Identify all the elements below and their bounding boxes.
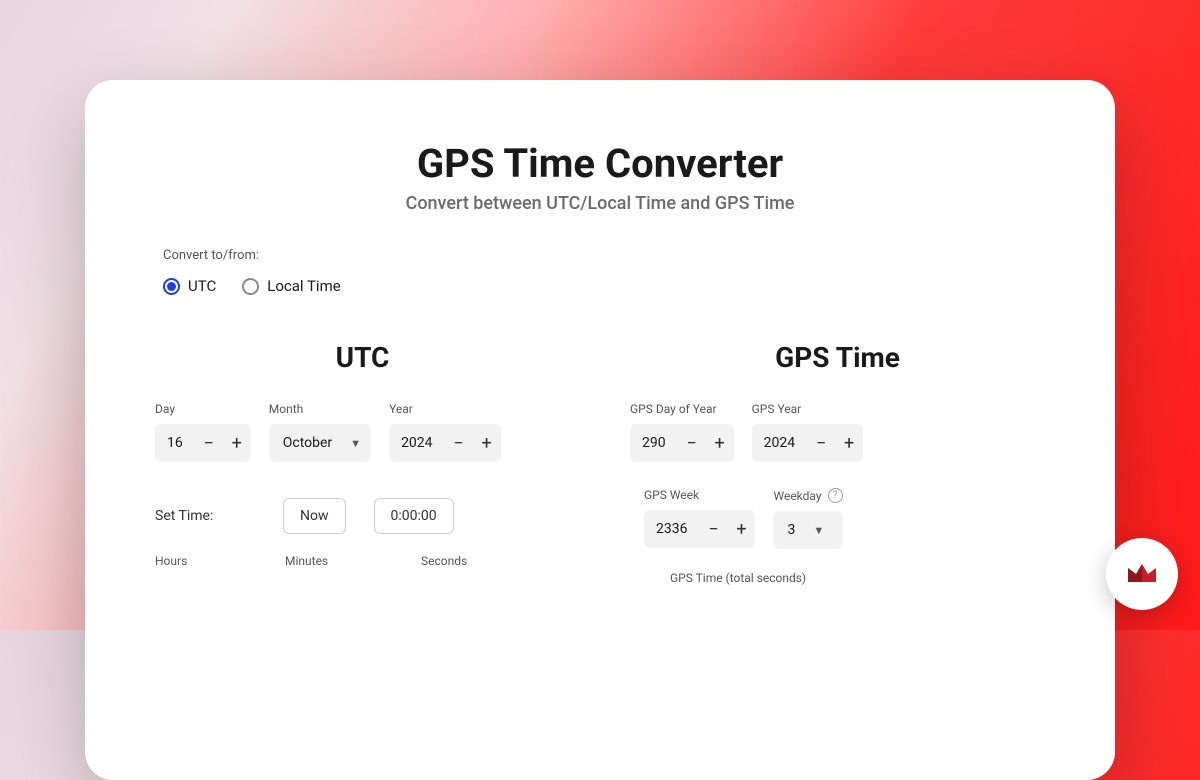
gps-row2: GPS Week 2336 − + Weekday ? 3 ▼ [630,488,1045,549]
utc-year-field: Year 2024 − + [389,402,500,462]
decrement-button[interactable]: − [807,424,835,462]
gps-week-stepper[interactable]: 2336 − + [644,510,755,548]
radio-local[interactable]: Local Time [242,277,340,295]
radio-utc-label: UTC [188,277,216,295]
convert-mode-radio-group: UTC Local Time [163,277,1045,295]
decrement-button[interactable]: − [699,510,727,548]
increment-button[interactable]: + [473,424,501,462]
utc-date-row: Day 16 − + Month October ▼ Year [155,402,570,462]
gps-week-label: GPS Week [644,488,755,502]
gps-row1: GPS Day of Year 290 − + GPS Year 2024 − … [630,402,1045,462]
gps-title: GPS Time [630,341,1045,374]
gps-weekday-dropdown[interactable]: 3 ▼ [773,511,842,549]
radio-utc[interactable]: UTC [163,277,216,295]
utc-day-value: 16 [155,424,195,462]
radio-icon [163,278,180,295]
gps-doy-label: GPS Day of Year [630,402,734,416]
gps-year-value: 2024 [752,424,807,462]
gps-year-stepper[interactable]: 2024 − + [752,424,863,462]
gps-total-seconds-label: GPS Time (total seconds) [630,571,1045,585]
utc-year-label: Year [389,402,500,416]
gps-doy-stepper[interactable]: 290 − + [630,424,734,462]
utc-year-value: 2024 [389,424,444,462]
utc-month-dropdown[interactable]: October ▼ [269,424,371,462]
radio-local-label: Local Time [267,277,340,295]
columns: UTC Day 16 − + Month October ▼ [155,341,1045,585]
utc-day-field: Day 16 − + [155,402,251,462]
now-button[interactable]: Now [283,498,346,534]
utc-day-label: Day [155,402,251,416]
set-time-label: Set Time: [155,508,255,524]
utc-time-labels: Hours Minutes Seconds [155,554,570,568]
gps-weekday-label: Weekday [773,489,821,503]
utc-month-value: October [283,435,332,451]
increment-button[interactable]: + [727,510,755,548]
increment-button[interactable]: + [835,424,863,462]
increment-button[interactable]: + [706,424,734,462]
convert-mode-section: Convert to/from: UTC Local Time [155,248,1045,295]
zero-time-button[interactable]: 0:00:00 [374,498,454,534]
gps-week-value: 2336 [644,510,699,548]
utc-year-stepper[interactable]: 2024 − + [389,424,500,462]
utc-column: UTC Day 16 − + Month October ▼ [155,341,570,585]
gps-doy-field: GPS Day of Year 290 − + [630,402,734,462]
gps-doy-value: 290 [630,424,678,462]
utc-title: UTC [155,341,570,374]
chevron-down-icon: ▼ [813,524,824,537]
chevron-down-icon: ▼ [350,437,361,450]
gps-year-field: GPS Year 2024 − + [752,402,863,462]
brand-fab[interactable] [1106,538,1178,610]
convert-mode-label: Convert to/from: [163,248,1045,263]
decrement-button[interactable]: − [445,424,473,462]
minutes-label: Minutes [285,554,421,568]
radio-icon [242,278,259,295]
converter-card: GPS Time Converter Convert between UTC/L… [85,80,1115,780]
utc-month-field: Month October ▼ [269,402,371,462]
hours-label: Hours [155,554,285,568]
increment-button[interactable]: + [223,424,251,462]
gps-weekday-field: Weekday ? 3 ▼ [773,488,842,549]
utc-day-stepper[interactable]: 16 − + [155,424,251,462]
decrement-button[interactable]: − [678,424,706,462]
page-subtitle: Convert between UTC/Local Time and GPS T… [155,193,1045,214]
seconds-label: Seconds [421,554,467,568]
gps-weekday-value: 3 [787,522,795,538]
help-icon[interactable]: ? [828,488,843,503]
crown-icon [1122,554,1162,594]
set-time-row: Set Time: Now 0:00:00 [155,498,570,534]
page-title: GPS Time Converter [155,140,1045,187]
utc-month-label: Month [269,402,371,416]
decrement-button[interactable]: − [195,424,223,462]
gps-year-label: GPS Year [752,402,863,416]
gps-week-field: GPS Week 2336 − + [644,488,755,548]
gps-weekday-label-wrap: Weekday ? [773,488,842,503]
gps-column: GPS Time GPS Day of Year 290 − + GPS Yea… [630,341,1045,585]
